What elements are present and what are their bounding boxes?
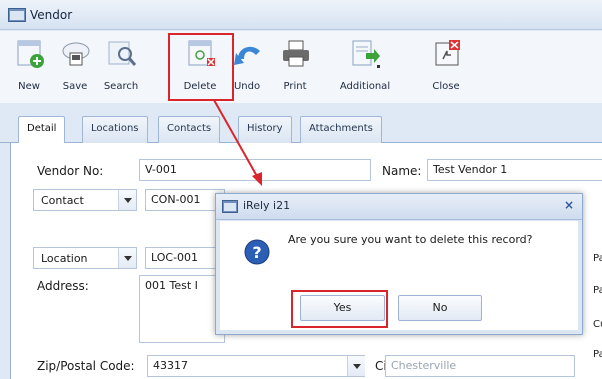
vendor-no-input[interactable]: V-001 (139, 159, 371, 181)
city-input[interactable]: Chesterville (385, 355, 575, 377)
address-label: Address: (37, 279, 89, 293)
close-icon (435, 40, 460, 66)
contact-type-combo[interactable]: Contact (33, 189, 137, 211)
print-icon (283, 40, 309, 67)
svg-text:?: ? (252, 243, 261, 262)
dialog-header: iRely i21 × (216, 194, 582, 220)
cut-label: Payr (593, 253, 602, 264)
name-label: Name: (382, 164, 422, 178)
yes-highlight-box (291, 290, 388, 328)
toolbar: New Save Search Delete Undo Print Additi… (0, 31, 602, 103)
window-icon (8, 7, 26, 22)
chevron-down-icon[interactable] (118, 190, 136, 210)
print-button[interactable]: Print (272, 31, 318, 101)
tab-strip: Detail Locations Contacts History Attach… (0, 110, 602, 144)
tab-detail[interactable]: Detail (18, 116, 66, 144)
contact-input[interactable]: CON-001 (145, 189, 225, 211)
window-icon (222, 200, 238, 213)
delete-highlight-box (168, 33, 234, 101)
new-document-icon (17, 40, 44, 68)
chevron-down-icon[interactable] (347, 356, 365, 376)
chevron-down-icon[interactable] (118, 248, 136, 268)
close-button[interactable]: Close (423, 31, 469, 101)
cut-label: Payr (593, 349, 602, 360)
confirm-dialog: iRely i21 × ? Are you sure you want to d… (215, 193, 583, 335)
dialog-message: Are you sure you want to delete this rec… (288, 233, 533, 246)
vendor-no-label: Vendor No: (37, 164, 104, 178)
location-type-combo[interactable]: Location (33, 247, 137, 269)
dialog-body: ? Are you sure you want to delete this r… (220, 221, 578, 330)
zip-label: Zip/Postal Code: (37, 359, 135, 373)
window-title: Vendor (30, 7, 73, 22)
tab-locations[interactable]: Locations (82, 116, 148, 143)
cut-label: Pay (593, 285, 602, 296)
close-icon[interactable]: × (562, 199, 576, 213)
save-cloud-icon (62, 42, 90, 66)
search-button[interactable]: Search (98, 31, 144, 101)
additional-icon (352, 40, 380, 68)
window-titlebar: Vendor (0, 0, 602, 30)
location-input[interactable]: LOC-001 (145, 247, 225, 269)
search-icon (108, 41, 137, 66)
question-icon: ? (244, 239, 270, 265)
tab-contacts[interactable]: Contacts (158, 116, 221, 143)
cut-label: Curr (593, 319, 602, 330)
additional-button[interactable]: Additional (340, 31, 390, 101)
no-button[interactable]: No (398, 295, 482, 321)
address-textarea[interactable]: 001 Test I (139, 275, 225, 343)
tab-history[interactable]: History (238, 116, 292, 143)
tab-attachments[interactable]: Attachments (300, 116, 382, 143)
undo-icon (234, 46, 260, 65)
zip-input[interactable]: 43317 (147, 355, 365, 377)
name-input[interactable]: Test Vendor 1 (427, 159, 602, 181)
dialog-title: iRely i21 (243, 199, 291, 212)
